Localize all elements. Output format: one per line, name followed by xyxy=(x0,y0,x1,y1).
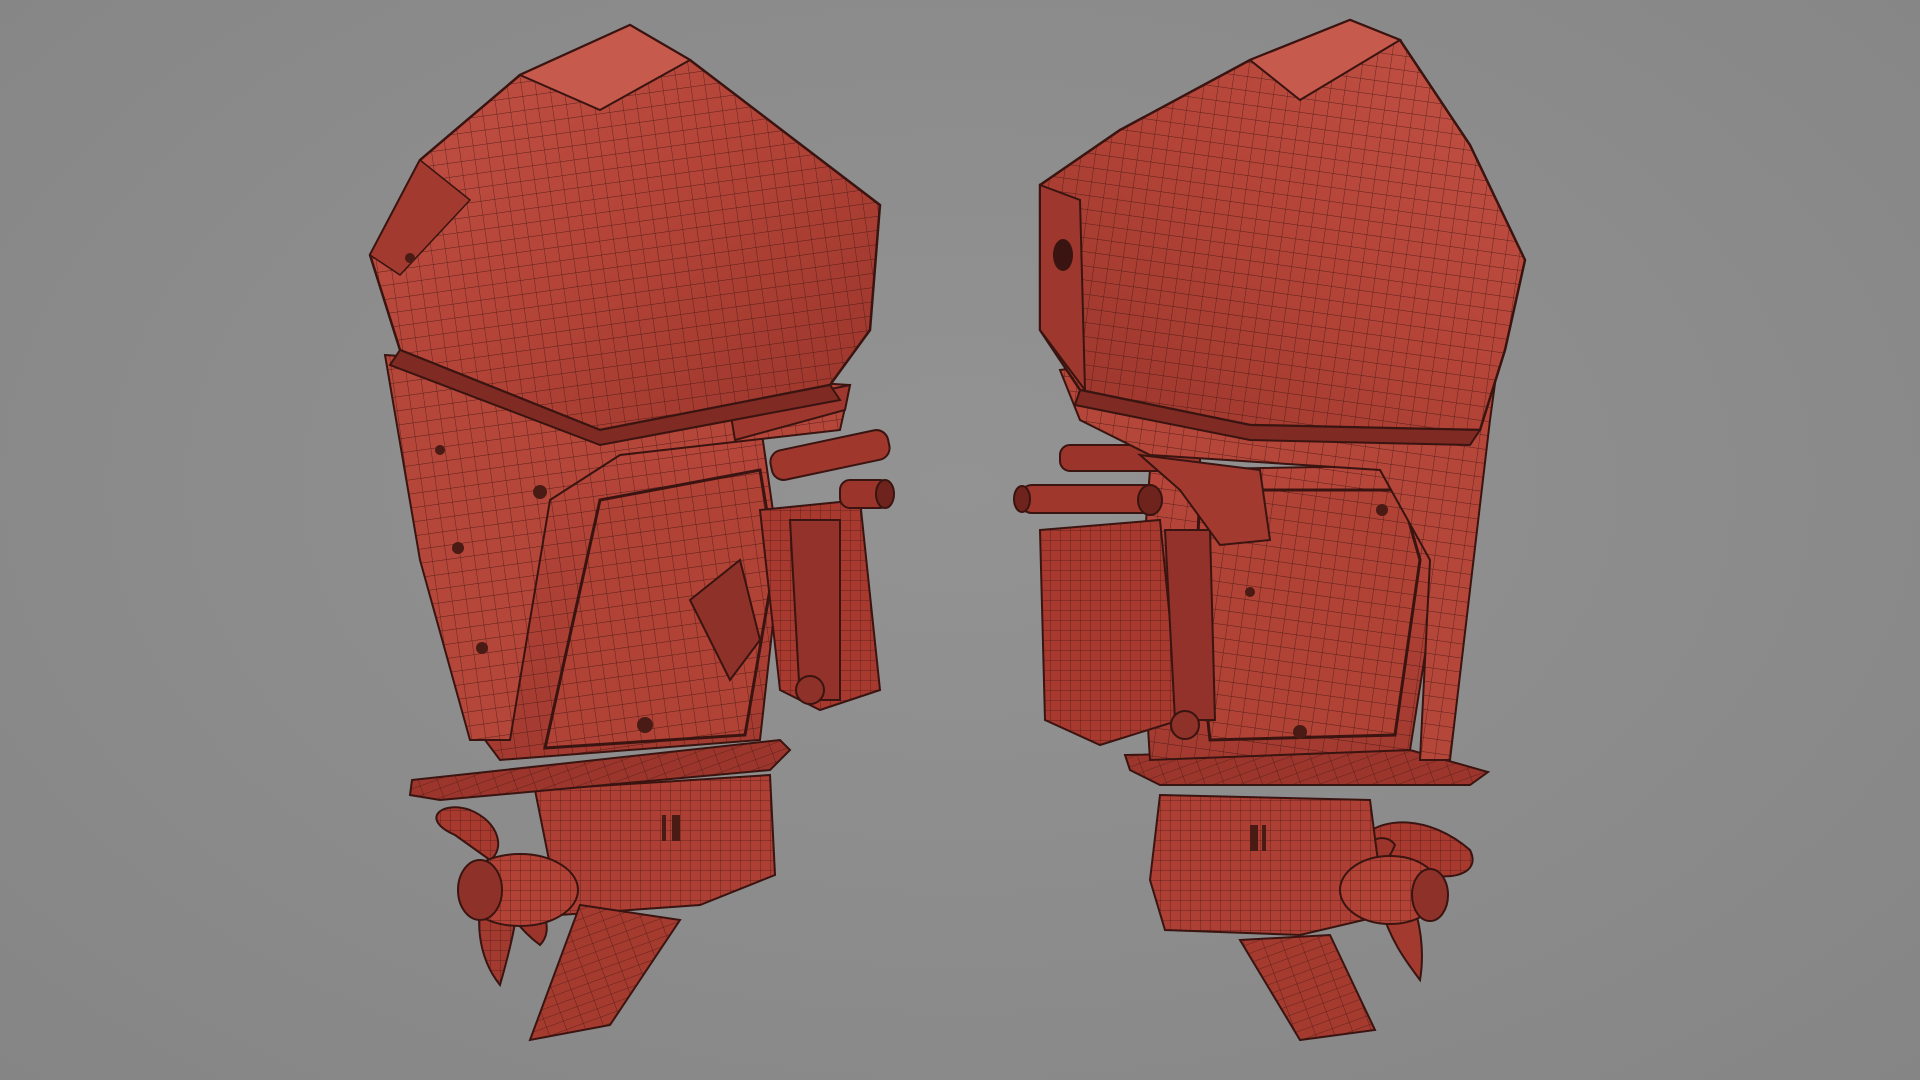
3d-viewport xyxy=(0,0,1920,1080)
upper-cowl-left xyxy=(368,23,882,447)
outboard-motor-right xyxy=(1013,18,1527,1042)
lower-unit-left xyxy=(457,773,777,1042)
wireframe-scene xyxy=(368,18,1527,1042)
upper-cowl-right xyxy=(1038,18,1527,447)
outboard-motor-left xyxy=(368,23,895,1042)
transom-bracket-left xyxy=(758,429,895,712)
